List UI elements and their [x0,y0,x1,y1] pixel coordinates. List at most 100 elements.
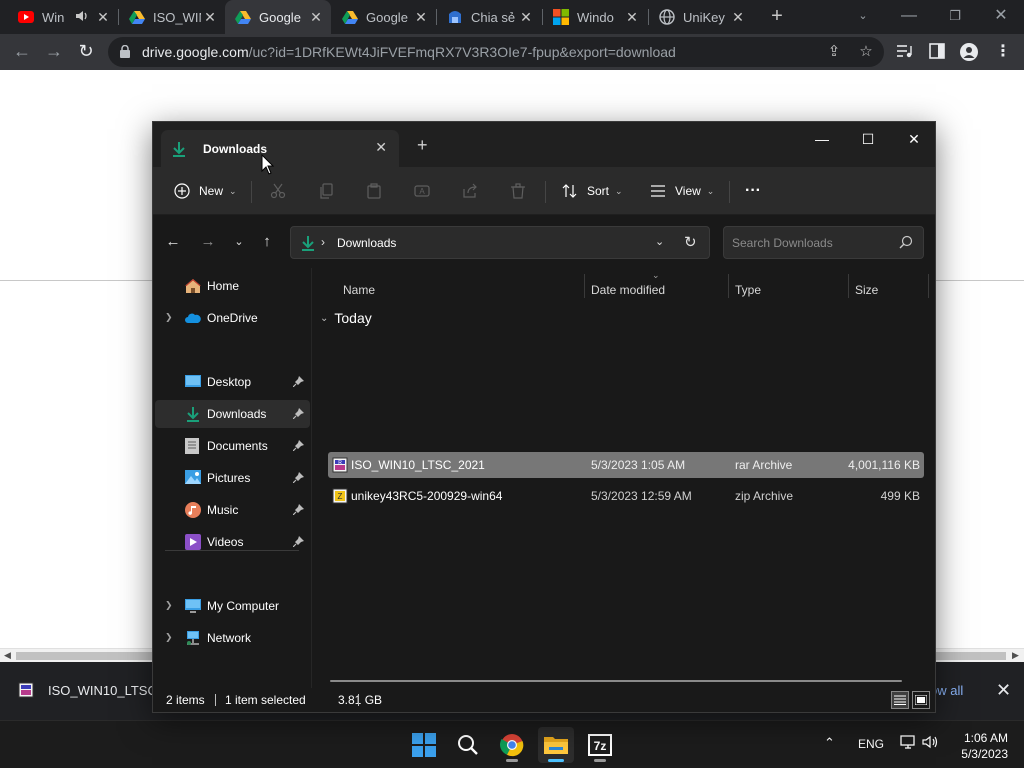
download-item[interactable]: ISO_WIN10_LTSC_ [18,682,164,698]
close-window-icon[interactable]: ✕ [891,126,935,154]
7zip-icon[interactable]: 7z [582,727,618,763]
sort-button[interactable]: Sort ⌄ [561,179,623,203]
lock-icon[interactable] [120,44,130,58]
nav-item-videos[interactable]: Videos [155,528,310,556]
paste-icon[interactable] [365,179,391,203]
chevron-down-icon[interactable]: ⌄ [655,235,664,248]
pin-icon[interactable] [292,503,305,516]
cut-icon[interactable] [269,179,295,203]
language-indicator[interactable]: ENG [858,737,884,751]
profile-avatar-icon[interactable] [960,43,978,61]
browser-tab[interactable]: Chia sẻ ✕ [437,0,541,34]
show-hidden-icons-icon[interactable]: ⌃ [824,735,835,751]
close-tab-icon[interactable]: ✕ [375,139,387,156]
column-header-size[interactable]: Size [855,276,878,304]
side-panel-icon[interactable] [928,43,946,61]
column-separator[interactable] [848,274,849,298]
browser-tab-active[interactable]: Google ✕ [225,0,331,34]
chevron-right-icon[interactable]: ❯ [165,312,173,323]
close-icon[interactable]: ✕ [412,9,430,26]
chevron-right-icon[interactable]: › [321,235,325,249]
nav-item-network[interactable]: ❯ Network [155,624,310,652]
close-icon[interactable]: ✕ [623,9,641,26]
nav-item-documents[interactable]: Documents [155,432,310,460]
browser-tab[interactable]: ISO_WIN ✕ [119,0,225,34]
share-icon[interactable] [461,179,487,203]
back-icon[interactable]: ← [10,40,34,64]
browser-tab[interactable]: Win ✕ [8,0,118,34]
new-tab-button[interactable]: + [417,135,428,156]
close-icon[interactable]: ✕ [729,9,747,26]
forward-icon[interactable]: → [198,233,218,253]
column-header-date[interactable]: Date modified [591,276,665,304]
address-bar[interactable]: drive.google.com/uc?id=1DRfKEWt4JiFVEFmq… [108,37,884,67]
close-icon[interactable]: ✕ [201,9,219,26]
chevron-down-icon[interactable]: ⌄ [320,313,328,324]
chevron-right-icon[interactable]: ❯ [165,600,173,611]
new-button[interactable]: New ⌄ [173,179,237,203]
nav-item-desktop[interactable]: Desktop [155,368,310,396]
details-view-icon[interactable] [891,691,909,709]
column-separator[interactable] [728,274,729,298]
copy-icon[interactable] [317,179,343,203]
column-header-name[interactable]: Name [343,276,375,304]
search-box[interactable] [723,226,924,259]
nav-item-music[interactable]: Music [155,496,310,524]
minimize-icon[interactable]: — [799,126,845,154]
file-explorer-icon[interactable] [538,727,574,763]
pin-icon[interactable] [292,375,305,388]
bookmark-star-icon[interactable]: ☆ [858,44,874,60]
file-row[interactable]: R ISO_WIN10_LTSC_2021 5/3/2023 1:05 AM r… [328,452,924,478]
pin-icon[interactable] [292,535,305,548]
browser-tab[interactable]: Google ✕ [332,0,436,34]
explorer-tab[interactable]: Downloads ✕ [161,130,399,167]
close-icon[interactable]: ✕ [517,9,535,26]
close-download-bar-icon[interactable]: ✕ [996,680,1011,701]
kebab-menu-icon[interactable]: ⋮ [994,43,1012,61]
search-icon[interactable] [450,727,486,763]
nav-item-downloads[interactable]: Downloads [155,400,310,428]
search-input[interactable] [732,234,892,252]
close-icon[interactable]: ✕ [307,9,325,26]
more-options-icon[interactable]: ··· [745,179,761,203]
new-tab-button[interactable]: + [766,6,788,28]
column-header-type[interactable]: Type [735,276,761,304]
minimize-icon[interactable]: — [886,0,932,34]
maximize-icon[interactable]: ☐ [845,126,891,154]
column-separator[interactable] [928,274,929,298]
network-status-icon[interactable] [900,735,916,752]
group-header-today[interactable]: ⌄ Today [320,310,372,326]
pin-icon[interactable] [292,439,305,452]
scroll-left-icon[interactable]: ◀ [4,650,11,661]
file-row[interactable]: Z unikey43RC5-200929-win64 5/3/2023 12:5… [328,483,924,509]
view-button[interactable]: View ⌄ [649,179,714,203]
chrome-icon[interactable] [494,727,530,763]
back-icon[interactable]: ← [163,233,183,253]
reload-icon[interactable]: ↻ [74,40,98,64]
address-box[interactable]: › Downloads ⌄ ↻ [290,226,710,259]
chevron-right-icon[interactable]: ❯ [165,632,173,643]
scroll-right-icon[interactable]: ▶ [1012,650,1019,661]
pin-icon[interactable] [292,407,305,420]
column-separator[interactable] [584,274,585,298]
close-window-icon[interactable]: ✕ [978,0,1024,34]
restore-icon[interactable]: ❐ [932,0,978,34]
refresh-icon[interactable]: ↻ [684,233,697,251]
forward-icon[interactable]: → [42,40,66,64]
tiles-view-icon[interactable] [912,691,930,709]
tab-search-icon[interactable]: ⌄ [840,0,886,34]
recent-locations-icon[interactable]: ⌄ [229,233,249,253]
delete-icon[interactable] [509,179,535,203]
media-control-icon[interactable] [896,43,914,61]
browser-tab[interactable]: Windo ✕ [543,0,647,34]
clock[interactable]: 1:06 AM 5/3/2023 [952,730,1008,762]
nav-item-my-computer[interactable]: ❯ My Computer [155,592,310,620]
nav-item-onedrive[interactable]: ❯ OneDrive [155,304,310,332]
share-page-icon[interactable]: ⇪ [826,44,842,60]
volume-icon[interactable] [922,735,940,752]
breadcrumb[interactable]: Downloads [337,236,396,250]
close-icon[interactable]: ✕ [94,9,112,26]
browser-tab[interactable]: UniKey ✕ [649,0,753,34]
pin-icon[interactable] [292,471,305,484]
nav-item-pictures[interactable]: Pictures [155,464,310,492]
